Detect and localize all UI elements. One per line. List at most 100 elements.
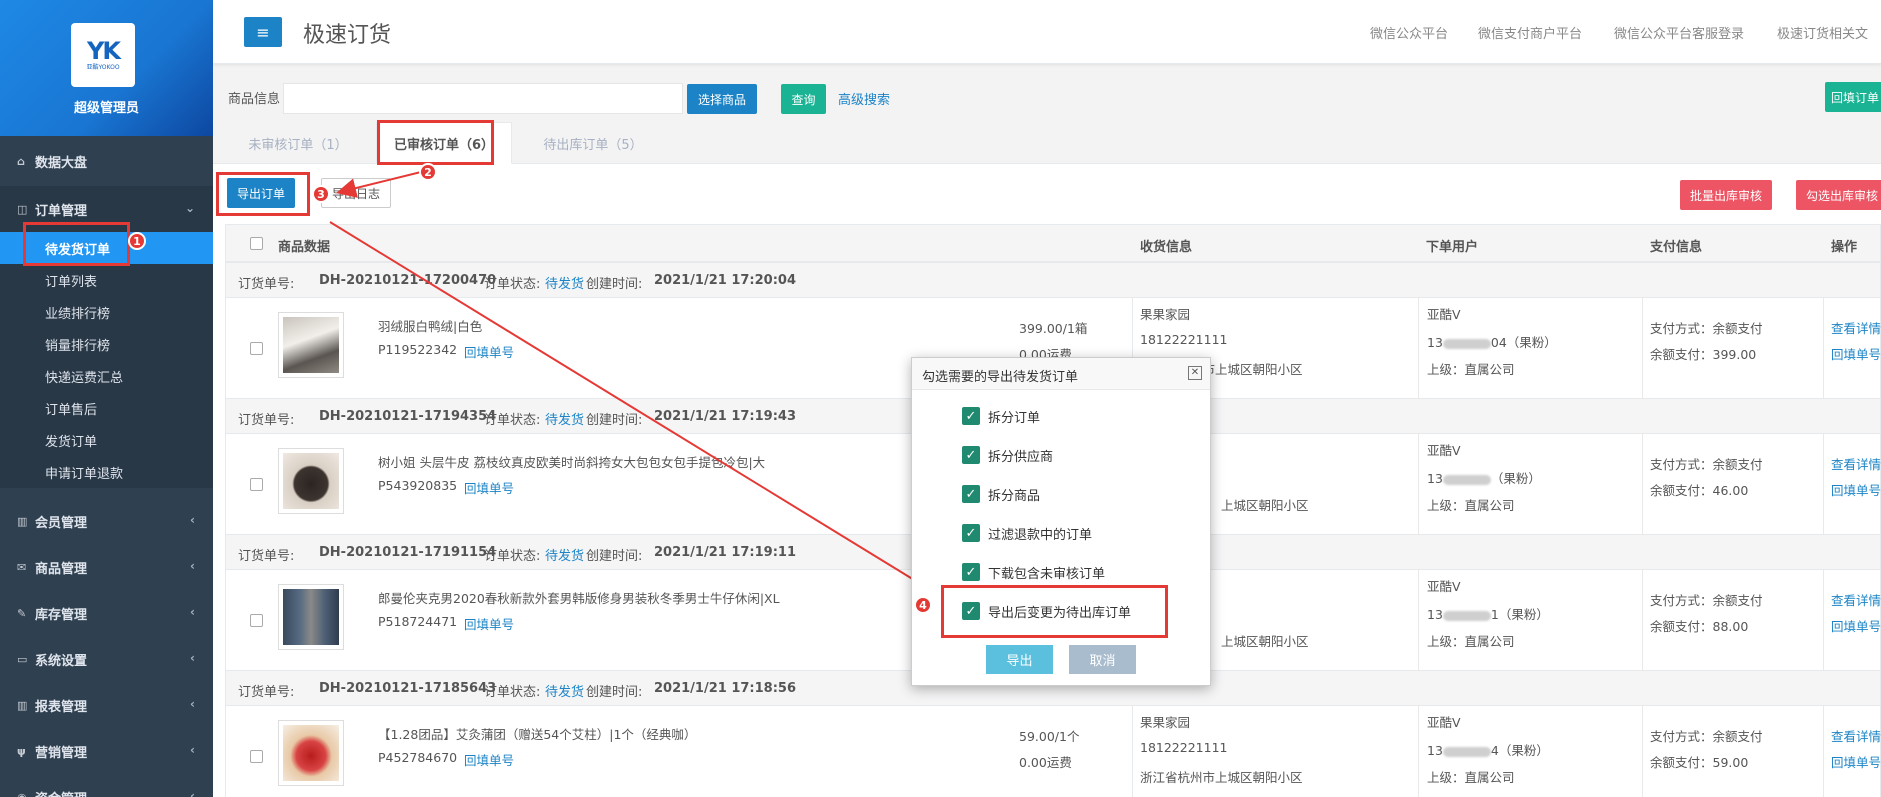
query-button[interactable]: 查询 <box>781 84 826 114</box>
nav-label: 资金管理 <box>35 788 87 797</box>
link-wechat-pay-merchant[interactable]: 微信支付商户平台 <box>1478 23 1582 42</box>
column-divider <box>1642 706 1643 797</box>
dialog-title-text: 勾选需要的导出待发货订单 <box>922 370 1079 385</box>
order-no-label: 订货单号: <box>238 413 295 428</box>
selected-outbound-audit-button[interactable]: 勾选出库审核 <box>1796 180 1881 210</box>
header-action: 操作 <box>1831 240 1858 255</box>
order-time-label: 创建时间: <box>586 685 643 700</box>
order-no: DH-20210121-17191154 <box>319 545 497 560</box>
fill-number-link[interactable]: 回填单号 <box>1831 616 1881 635</box>
tab-unaudited[interactable]: 未审核订单（1） <box>225 122 371 164</box>
batch-outbound-audit-button[interactable]: 批量出库审核 <box>1680 180 1772 210</box>
column-divider <box>1418 298 1419 398</box>
sub-item-order-list[interactable]: 订单列表 <box>0 264 213 296</box>
option-split-order[interactable]: ✓ 拆分订单 <box>962 405 1040 427</box>
view-details-link[interactable]: 查看详情 <box>1831 590 1881 609</box>
column-divider <box>1823 706 1824 797</box>
highlight-pending-orders <box>23 222 130 266</box>
nav-label: 商品管理 <box>35 561 88 577</box>
order-no-label: 订货单号: <box>238 549 295 564</box>
option-split-supplier[interactable]: ✓ 拆分供应商 <box>962 444 1053 466</box>
nav-label: 会员管理 <box>35 515 88 531</box>
row-checkbox[interactable] <box>250 614 263 627</box>
dialog-cancel-button[interactable]: 取消 <box>1069 645 1136 674</box>
checkbox-checked-icon[interactable]: ✓ <box>962 524 980 542</box>
fill-number-link[interactable]: 回填单号 <box>1831 344 1881 363</box>
user-phone-prefix: 13 <box>1427 335 1443 350</box>
checkbox-checked-icon[interactable]: ✓ <box>962 407 980 425</box>
sub-item-label: 发货订单 <box>45 434 98 450</box>
user-phone-prefix: 13 <box>1427 607 1443 622</box>
row-checkbox[interactable] <box>250 342 263 355</box>
nav-inventory-management[interactable]: ✎ 库存管理 ‹ <box>0 590 213 636</box>
order-submenu: 待发货订单 订单列表 业绩排行榜 销量排行榜 快递运费汇总 订单售后 发货订单 … <box>0 232 213 488</box>
checkbox-checked-icon[interactable]: ✓ <box>962 485 980 503</box>
order-time: 2021/1/21 17:19:11 <box>654 545 797 560</box>
close-icon[interactable]: ✕ <box>1188 366 1202 380</box>
fill-number-link[interactable]: 回填单号 <box>1831 752 1881 771</box>
row-checkbox[interactable] <box>250 750 263 763</box>
sub-item-refund-request[interactable]: 申请订单退款 <box>0 456 213 488</box>
sub-item-label: 申请订单退款 <box>45 466 124 482</box>
option-split-goods[interactable]: ✓ 拆分商品 <box>962 483 1040 505</box>
fill-tracking-link[interactable]: 回填单号 <box>464 342 514 361</box>
dialog-export-button[interactable]: 导出 <box>986 645 1053 674</box>
advanced-search-link[interactable]: 高级搜索 <box>838 89 890 108</box>
fill-tracking-link[interactable]: 回填单号 <box>464 614 514 633</box>
pay-amount: 余额支付：399.00 <box>1650 347 1757 362</box>
fill-tracking-link[interactable]: 回填单号 <box>464 750 514 769</box>
sub-item-freight-summary[interactable]: 快递运费汇总 <box>0 360 213 392</box>
nav-member-management[interactable]: ▥ 会员管理 ‹ <box>0 498 213 544</box>
header-payment: 支付信息 <box>1650 240 1703 255</box>
view-details-link[interactable]: 查看详情 <box>1831 726 1881 745</box>
row-checkbox[interactable] <box>250 478 263 491</box>
view-details-link[interactable]: 查看详情 <box>1831 454 1881 473</box>
nav-fund-management[interactable]: ◉ 资金管理 ‹ <box>0 774 213 797</box>
header-user: 下单用户 <box>1426 240 1479 255</box>
order-status-label: 订单状态: <box>484 413 541 428</box>
product-name: 羽绒服白鸭绒|白色 <box>378 319 483 334</box>
export-log-button[interactable]: 导出日志 <box>321 178 391 208</box>
sub-item-shipped-orders[interactable]: 发货订单 <box>0 424 213 456</box>
masked-phone <box>1442 474 1491 485</box>
brand-header: YK 亚酷YOKOO 超级管理员 <box>0 0 213 136</box>
column-divider <box>1418 570 1419 670</box>
fill-number-link[interactable]: 回填单号 <box>1831 480 1881 499</box>
dialog-title: 勾选需要的导出待发货订单 ✕ <box>912 358 1210 390</box>
pay-method: 支付方式：余额支付 <box>1650 457 1763 472</box>
user-phone: 13 1（果粉） <box>1427 604 1549 623</box>
goods-info-input[interactable] <box>283 83 683 114</box>
option-filter-refunding[interactable]: ✓ 过滤退款中的订单 <box>962 522 1092 544</box>
column-divider <box>1642 434 1643 534</box>
sub-item-sales-rank[interactable]: 销量排行榜 <box>0 328 213 360</box>
link-wechat-platform[interactable]: 微信公众平台 <box>1370 23 1448 42</box>
envelope-icon: ✉ <box>17 560 27 574</box>
menu-toggle-button[interactable]: ≡ <box>244 17 282 47</box>
sub-item-after-sales[interactable]: 订单售后 <box>0 392 213 424</box>
select-all-checkbox[interactable] <box>250 237 263 250</box>
user-phone-prefix: 13 <box>1427 743 1443 758</box>
view-details-link[interactable]: 查看详情 <box>1831 318 1881 337</box>
nav-system-settings[interactable]: ▭ 系统设置 ‹ <box>0 636 213 682</box>
receiver-address: 上城区朝阳小区 <box>1221 634 1309 649</box>
column-divider <box>1823 570 1824 670</box>
select-goods-button[interactable]: 选择商品 <box>687 84 757 114</box>
checkbox-checked-icon[interactable]: ✓ <box>962 446 980 464</box>
sub-item-performance-rank[interactable]: 业绩排行榜 <box>0 296 213 328</box>
checkbox-checked-icon[interactable]: ✓ <box>962 563 980 581</box>
tab-pending-outbound[interactable]: 待出库订单（5） <box>520 122 666 164</box>
fill-order-button[interactable]: 回填订单 <box>1825 82 1881 112</box>
option-include-unaudited[interactable]: ✓ 下载包含未审核订单 <box>962 561 1105 583</box>
money-icon: ◉ <box>17 790 27 797</box>
nav-dashboard[interactable]: ⌂ 数据大盘 <box>0 136 213 186</box>
link-related-docs[interactable]: 极速订货相关文 <box>1777 23 1868 42</box>
nav-marketing-management[interactable]: ψ 营销管理 ‹ <box>0 728 213 774</box>
nav-goods-management[interactable]: ✉ 商品管理 ‹ <box>0 544 213 590</box>
nav-report-management[interactable]: ▥ 报表管理 ‹ <box>0 682 213 728</box>
fill-tracking-link[interactable]: 回填单号 <box>464 478 514 497</box>
order-user: 亚酷V <box>1427 715 1461 730</box>
masked-phone <box>1442 338 1491 349</box>
chevron-left-icon: ‹ <box>190 651 195 665</box>
receiver-name: 果果家园 <box>1140 307 1191 322</box>
link-wechat-customer-service[interactable]: 微信公众平台客服登录 <box>1614 23 1744 42</box>
